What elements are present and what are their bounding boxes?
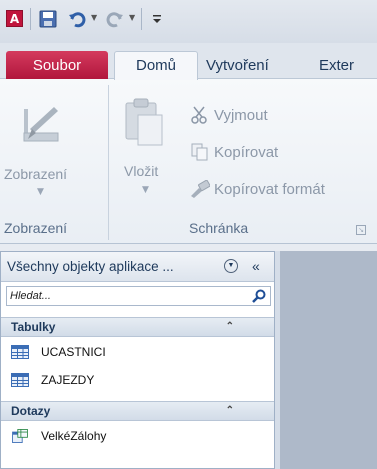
nav-group-tables[interactable]: Tabulky ⌃ — [1, 317, 274, 337]
view-button[interactable]: Zobrazení ▼ — [4, 83, 76, 213]
scissors-icon — [190, 105, 210, 125]
nav-item-label: VelkéZálohy — [41, 429, 107, 443]
nav-menu-dropdown-icon[interactable]: ▼ — [224, 259, 238, 273]
nav-group-label: Dotazy — [11, 404, 51, 418]
view-button-label: Zobrazení — [4, 166, 68, 182]
query-icon — [12, 429, 28, 443]
copy-label: Kopírovat — [214, 143, 279, 161]
quick-access-toolbar: A ▼ ▼ — [0, 0, 377, 43]
ribbon-tabs: Soubor Domů Vytvoření Exter — [0, 43, 377, 80]
nav-pane-title: Všechny objekty aplikace ... — [7, 259, 174, 274]
format-painter-button[interactable]: Kopírovat formát — [190, 179, 325, 199]
ribbon-panel: Zobrazení ▼ Zobrazení Vložit ▼ Vyjmout K… — [0, 79, 377, 244]
paste-button-label: Vložit — [124, 163, 159, 179]
paste-dropdown-icon: ▼ — [142, 185, 149, 195]
nav-pane-header[interactable]: Všechny objekty aplikace ... ▼ « — [1, 252, 274, 282]
search-placeholder: Hledat... — [10, 290, 51, 302]
collapse-chevron-icon: ⌃ — [225, 405, 234, 416]
nav-item-table-ucastnici[interactable]: UCASTNICI — [11, 341, 106, 363]
view-group-label: Zobrazení — [4, 220, 68, 236]
qat-separator — [30, 8, 31, 30]
tab-create[interactable]: Vytvoření — [206, 51, 269, 80]
cut-button[interactable]: Vyjmout — [190, 105, 268, 125]
redo-dropdown-icon[interactable]: ▼ — [129, 13, 135, 22]
tab-home[interactable]: Domů — [114, 51, 198, 80]
table-icon — [11, 373, 29, 387]
paste-button[interactable]: Vložit ▼ — [118, 83, 176, 213]
nav-group-label: Tabulky — [11, 320, 56, 334]
tab-file[interactable]: Soubor — [6, 51, 108, 80]
nav-group-queries[interactable]: Dotazy ⌃ — [1, 401, 274, 421]
search-icon[interactable] — [252, 289, 266, 309]
paste-icon — [124, 97, 164, 151]
save-icon[interactable] — [37, 8, 59, 30]
nav-item-query-velkezalohy[interactable]: VelkéZálohy — [11, 425, 106, 447]
format-painter-label: Kopírovat formát — [214, 180, 325, 198]
table-icon — [11, 345, 29, 359]
collapse-chevron-icon: ⌃ — [225, 321, 234, 332]
document-workspace — [280, 251, 377, 469]
format-painter-icon — [190, 179, 210, 199]
customize-icon[interactable] — [146, 8, 168, 30]
access-app-icon[interactable]: A — [6, 10, 23, 27]
undo-dropdown-icon[interactable]: ▼ — [91, 13, 97, 22]
clipboard-dialog-launcher-icon[interactable]: ↘ — [356, 225, 366, 235]
undo-icon[interactable] — [66, 8, 88, 30]
view-icon — [20, 103, 62, 149]
copy-icon — [190, 142, 210, 162]
nav-item-label: UCASTNICI — [41, 345, 106, 359]
group-separator — [108, 85, 109, 240]
nav-collapse-icon[interactable]: « — [252, 252, 260, 281]
clipboard-group-label: Schránka — [189, 220, 249, 236]
redo-icon[interactable] — [104, 8, 126, 30]
qat-separator — [141, 8, 142, 30]
search-input[interactable]: Hledat... — [6, 286, 271, 306]
cut-label: Vyjmout — [214, 106, 268, 124]
tab-external-data[interactable]: Exter — [319, 51, 354, 80]
nav-item-label: ZAJEZDY — [41, 373, 95, 387]
view-dropdown-icon: ▼ — [37, 187, 44, 197]
copy-button[interactable]: Kopírovat — [190, 142, 278, 162]
navigation-pane: Všechny objekty aplikace ... ▼ « Hledat.… — [0, 251, 275, 469]
nav-item-table-zajezdy[interactable]: ZAJEZDY — [11, 369, 94, 391]
